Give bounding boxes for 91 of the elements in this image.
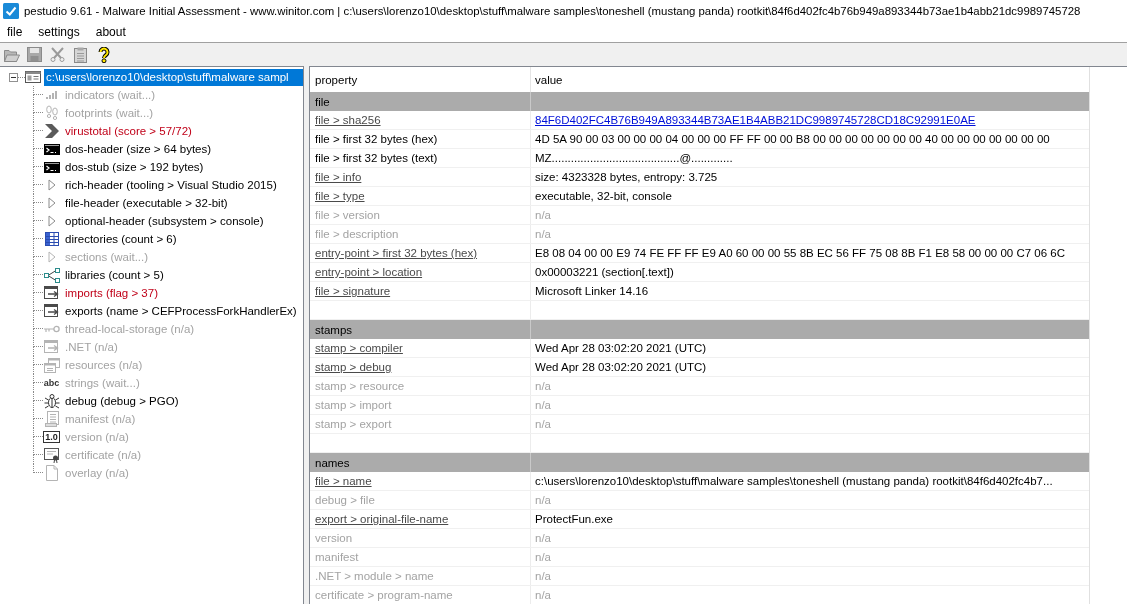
check-square-icon: [3, 3, 19, 19]
value-text: 0x00003221 (section[.text]): [535, 266, 674, 278]
console-icon: [43, 143, 60, 155]
value-text: n/a: [535, 589, 551, 601]
menu-item[interactable]: about: [90, 23, 131, 41]
value-text: c:\users\lorenzo10\desktop\stuff\malware samples\toneshell (mustang panda) rootkit\84f6d402fc4b7...: [535, 475, 1053, 487]
value-text: n/a: [535, 380, 551, 392]
column-header[interactable]: property: [315, 73, 358, 86]
value-text: E8 08 04 00 00 E9 74 FE FF FF E9 A0 60 00 00 55 8B EC 56 FF 75 08 8B F1 E8 58 00 00 00 C7 06 6C: [535, 247, 1065, 259]
property-link[interactable]: file > type: [315, 190, 365, 202]
value-text: ProtectFun.exe: [535, 513, 613, 525]
value-text: n/a: [535, 532, 551, 544]
windows-icon: [43, 357, 60, 373]
property-name: stamp > export: [315, 418, 392, 430]
property-name: .NET > module > name: [315, 570, 434, 582]
icon-label: 1.0: [43, 431, 60, 443]
value-text: Microsoft Linker 14.16: [535, 285, 649, 297]
tree-item[interactable]: c:\users\lorenzo10\desktop\stuff\malware sampl: [44, 68, 303, 86]
property-name: debug > file: [315, 494, 375, 506]
property-link[interactable]: file > sha256: [315, 114, 381, 126]
value-link[interactable]: 84F6D402FC4B76B949A893344B73AE1B4ABB21DC9989745728CD18C92991E0AE: [535, 114, 976, 126]
property-name: version: [315, 532, 353, 544]
section-title: file: [314, 94, 331, 110]
value-text: Wed Apr 28 03:02:20 2021 (UTC): [535, 342, 707, 354]
section-title: names: [314, 455, 351, 471]
property-name: manifest: [315, 551, 359, 563]
property-name: certificate > program-name: [315, 589, 453, 601]
triangle-icon: [47, 179, 56, 191]
value-text: n/a: [535, 228, 551, 240]
menu-item[interactable]: file: [2, 23, 28, 41]
certificate-icon: [43, 447, 60, 463]
clipboard-icon: [74, 46, 87, 63]
folder-icon: [3, 47, 20, 62]
tree-item[interactable]: directories (count > 6): [63, 230, 179, 248]
tree-item[interactable]: exports (name > CEFProcessForkHandlerEx): [63, 302, 299, 320]
property-link[interactable]: entry-point > location: [315, 266, 423, 278]
tree-item[interactable]: dos-stub (size > 192 bytes): [63, 158, 206, 176]
property-link[interactable]: stamp > debug: [315, 361, 392, 373]
property-link[interactable]: file > name: [315, 475, 372, 487]
property-name: stamp > import: [315, 399, 392, 411]
tree-item[interactable]: imports (flag > 37): [63, 284, 160, 302]
scissors-icon: [50, 47, 65, 62]
tree-item[interactable]: libraries (count > 5): [63, 266, 166, 284]
icon-label: abc: [43, 378, 60, 388]
key-icon: [43, 325, 60, 333]
value-text: Wed Apr 28 03:02:20 2021 (UTC): [535, 361, 707, 373]
triangle-icon: [47, 215, 56, 227]
value-text: 4D 5A 90 00 03 00 00 00 04 00 00 00 FF FF 00 00 B8 00 00 00 00 00 00 00 40 00 00 00 00 00 00 00: [535, 133, 1050, 145]
console-icon: [43, 161, 60, 173]
property-link[interactable]: export > original-file-name: [315, 513, 449, 525]
value-text: n/a: [535, 418, 551, 430]
value-text: n/a: [535, 209, 551, 221]
tree-item[interactable]: debug (debug > PGO): [63, 392, 181, 410]
triangle-icon: [47, 197, 56, 209]
tree-item[interactable]: virustotal (score > 57/72): [63, 122, 194, 140]
value-text: n/a: [535, 494, 551, 506]
value-text: executable, 32-bit, console: [535, 190, 672, 202]
scroll-icon: [44, 411, 59, 427]
window-title: pestudio 9.61 - Malware Initial Assessment - www.winitor.com | c:\users\lorenzo10\desktop\stuff\malware samples\toneshell (mustang panda) rootkit\84f6d402fc4b76b949a893344b73ae1b4abb21dc9989745728: [24, 5, 1081, 17]
tree-item[interactable]: file-header (executable > 32-bit): [63, 194, 230, 212]
table-icon: [44, 232, 59, 246]
floppy-icon: [27, 47, 42, 62]
property-link[interactable]: file > signature: [315, 285, 391, 297]
nodes-icon: [43, 267, 60, 283]
property-link[interactable]: file > info: [315, 171, 362, 183]
value-text: n/a: [535, 399, 551, 411]
bug-icon: [43, 393, 60, 409]
menu-item[interactable]: settings: [33, 23, 85, 41]
property-name: stamp > resource: [315, 380, 405, 392]
chevron-icon: [43, 123, 60, 139]
tree-item[interactable]: rich-header (tooling > Visual Studio 2015): [63, 176, 279, 194]
footprints-icon: [45, 105, 58, 121]
value-text: size: 4323328 bytes, entropy: 3.725: [535, 171, 718, 183]
property-name: file > version: [315, 209, 380, 221]
triangle-icon: [47, 251, 56, 263]
help-icon: [97, 46, 110, 63]
tree-item[interactable]: optional-header (subsystem > console): [63, 212, 266, 230]
column-header[interactable]: value: [535, 73, 563, 86]
bar-chart-icon: [45, 91, 58, 99]
value-text: n/a: [535, 570, 551, 582]
property-name: file > description: [315, 228, 399, 240]
value-text: n/a: [535, 551, 551, 563]
property-link[interactable]: stamp > compiler: [315, 342, 403, 354]
property-link[interactable]: entry-point > first 32 bytes (hex): [315, 247, 478, 259]
tree-item[interactable]: dos-header (size > 64 bytes): [63, 140, 214, 158]
property-name: file > first 32 bytes (text): [315, 152, 438, 164]
section-title: stamps: [314, 322, 354, 338]
collapse-icon[interactable]: [9, 72, 18, 82]
property-name: file > first 32 bytes (hex): [315, 133, 438, 145]
page-icon: [45, 465, 58, 481]
value-text: MZ........................................@.............: [535, 152, 733, 164]
